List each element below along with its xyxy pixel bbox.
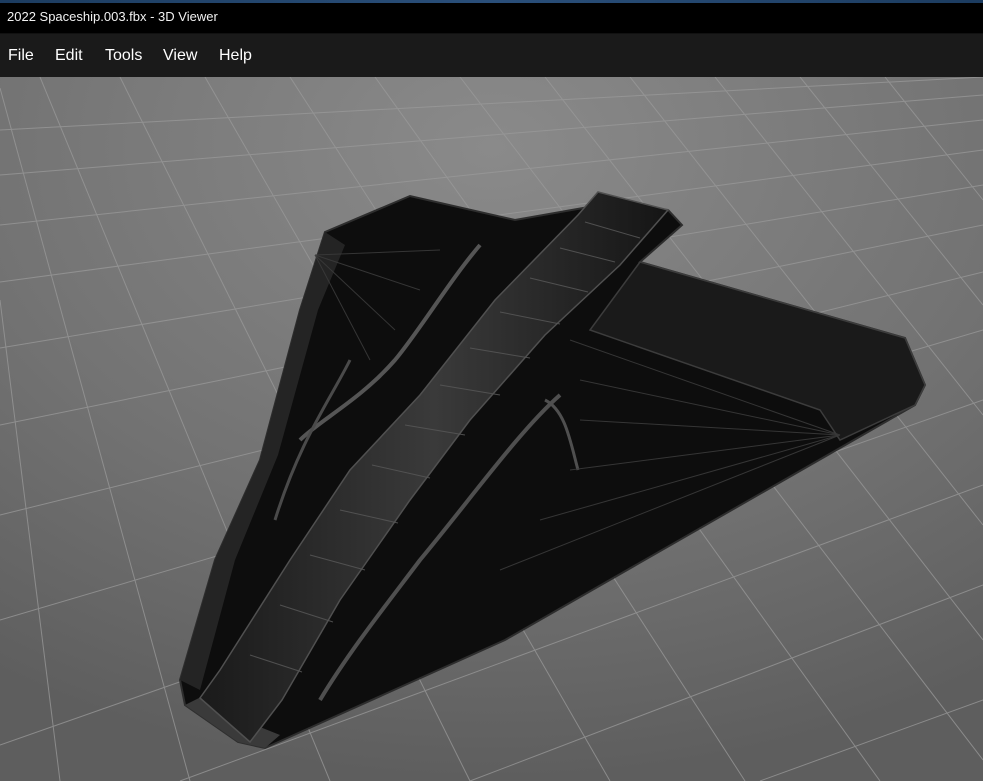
title-bar: 2022 Spaceship.003.fbx - 3D Viewer (0, 0, 983, 33)
3d-viewport[interactable] (0, 77, 983, 781)
menu-tools[interactable]: Tools (97, 34, 150, 78)
menu-bar: File Edit Tools View Help (0, 33, 983, 78)
window-title: 2022 Spaceship.003.fbx - 3D Viewer (7, 9, 218, 24)
menu-edit[interactable]: Edit (47, 34, 91, 78)
menu-help[interactable]: Help (211, 34, 260, 78)
menu-view[interactable]: View (155, 34, 205, 78)
menu-file[interactable]: File (0, 34, 42, 78)
scene[interactable] (0, 77, 983, 781)
window-top-strip (0, 0, 983, 3)
